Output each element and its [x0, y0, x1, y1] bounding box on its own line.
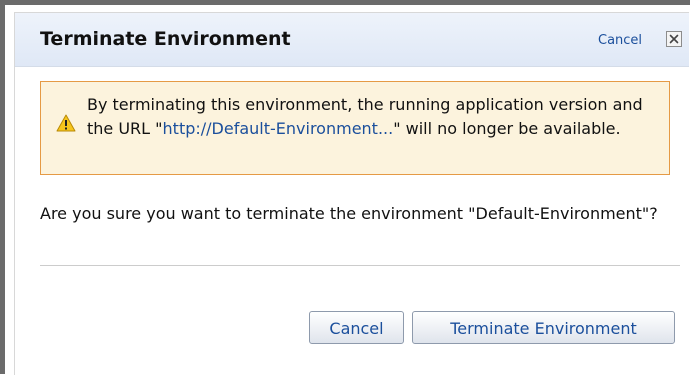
warning-box: By terminating this environment, the run… [40, 81, 670, 175]
close-icon[interactable] [666, 31, 682, 47]
dialog-header: Terminate Environment Cancel [15, 13, 689, 67]
terminate-environment-dialog: Terminate Environment Cancel By terminat… [14, 12, 689, 375]
warning-text-after-link: " will no longer be available. [393, 119, 621, 138]
environment-url-link[interactable]: http://Default-Environment... [163, 119, 394, 138]
warning-message: By terminating this environment, the run… [87, 93, 659, 141]
separator [40, 265, 680, 266]
header-cancel-link[interactable]: Cancel [598, 33, 642, 48]
cancel-button[interactable]: Cancel [309, 311, 404, 344]
terminate-environment-button[interactable]: Terminate Environment [412, 311, 675, 344]
confirmation-question: Are you sure you want to terminate the e… [40, 204, 658, 223]
window-left-border [0, 0, 5, 374]
warning-icon [56, 114, 76, 132]
window-top-border [0, 0, 690, 5]
dialog-title: Terminate Environment [40, 28, 291, 50]
screen: Terminate Environment Cancel By terminat… [0, 0, 690, 375]
